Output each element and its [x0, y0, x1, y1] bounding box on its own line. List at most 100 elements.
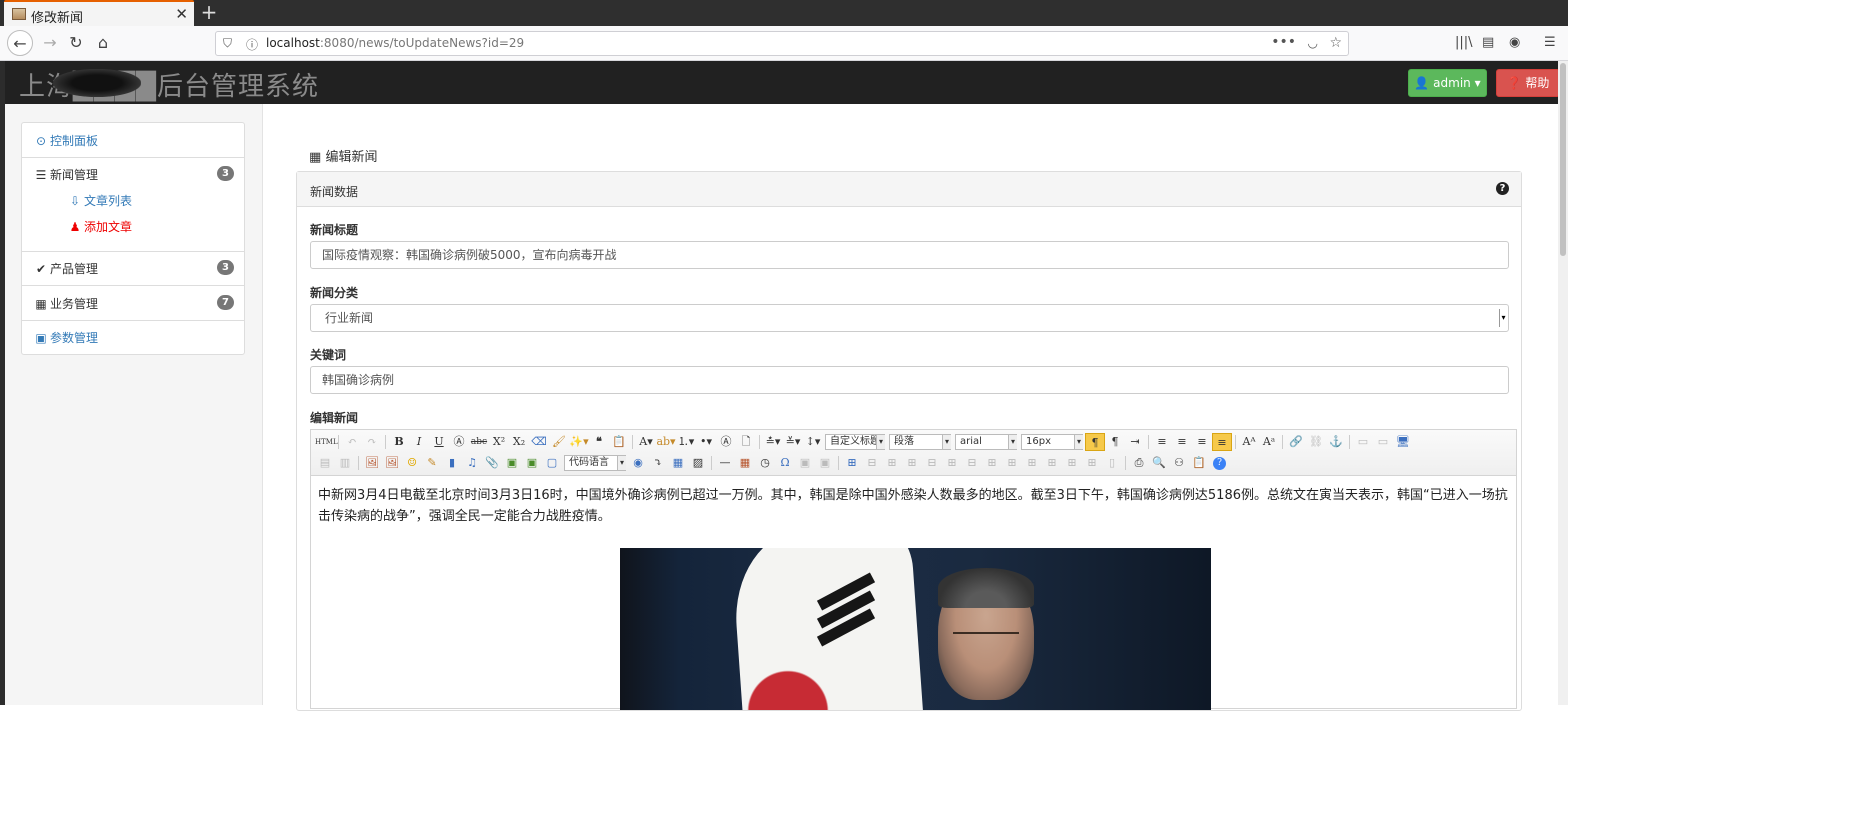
align-left-icon[interactable]: ≡ [1152, 433, 1172, 451]
link-icon[interactable]: 🔗 [1286, 433, 1306, 451]
align-justify-icon[interactable]: ≡ [1212, 433, 1232, 451]
eraser-icon[interactable]: ⌫ [529, 433, 549, 451]
align-center-icon[interactable]: ≡ [1172, 433, 1192, 451]
row-spacing-bottom-icon[interactable]: ≚▾ [783, 433, 803, 451]
html-source-icon[interactable]: HTML [315, 433, 338, 451]
highlight-color-icon[interactable]: ab▾ [656, 433, 676, 451]
uppercase-icon[interactable]: Aᴬ [1239, 433, 1259, 451]
wordimage-icon[interactable]: ▨ [688, 454, 708, 472]
preview-icon[interactable]: 🔍 [1149, 454, 1169, 472]
page-scrollbar[interactable] [1558, 61, 1568, 705]
auto-format-icon[interactable]: ✨▾ [569, 433, 589, 451]
align-right-icon[interactable]: ≡ [1192, 433, 1212, 451]
lowercase-icon[interactable]: Aᵃ [1259, 433, 1279, 451]
merge-down-icon[interactable]: ⊞ [1022, 454, 1042, 472]
template-icon[interactable]: ◉ [628, 454, 648, 472]
anchor-icon[interactable]: ⚓ [1326, 433, 1346, 451]
help-icon[interactable]: ? [1213, 456, 1226, 470]
scrollbar-thumb[interactable] [1560, 63, 1566, 256]
direction-ltr-icon[interactable]: ¶ [1085, 433, 1105, 451]
sidebar-toggle-icon[interactable]: ▤ [1482, 35, 1494, 50]
admin-dropdown-button[interactable]: 👤 admin ▾ [1408, 69, 1487, 97]
sidebar-item-business[interactable]: ▦ 业务管理 7 [34, 295, 234, 312]
reload-icon[interactable]: ↻ [63, 30, 89, 56]
help-button[interactable]: ❓ 帮助 [1496, 69, 1560, 97]
home-icon[interactable]: ⌂ [90, 30, 116, 56]
chart-icon[interactable]: ▯ [1102, 454, 1122, 472]
insert-paragraph-before-table-icon[interactable]: ⊞ [882, 454, 902, 472]
superscript-icon[interactable]: X² [489, 433, 509, 451]
split-to-cells-icon[interactable]: ⊞ [1042, 454, 1062, 472]
delete-col-icon[interactable]: ⊟ [962, 454, 982, 472]
image-right-icon[interactable]: ▤ [315, 454, 335, 472]
news-photo[interactable] [620, 548, 1211, 710]
map-icon[interactable]: ▣ [502, 454, 522, 472]
sidebar-item-news[interactable]: ☰ 新闻管理 3 [34, 166, 234, 183]
font-family-select[interactable]: arial [955, 434, 1017, 450]
question-circle-icon[interactable]: ? [1496, 182, 1509, 195]
unlink-icon[interactable]: ⛓ [1306, 433, 1326, 451]
paragraph-select[interactable]: 段落 [889, 434, 951, 450]
time-icon[interactable]: ◷ [755, 454, 775, 472]
image-float-icon[interactable]: ▥ [335, 454, 355, 472]
image-none-icon[interactable]: ▭ [1353, 433, 1373, 451]
special-chars-icon[interactable]: Ω [775, 454, 795, 472]
underline-icon[interactable]: U [429, 433, 449, 451]
insert-code-icon[interactable]: ▣ [815, 454, 835, 472]
drafts-icon[interactable]: 📋 [1189, 454, 1209, 472]
insert-image-icon[interactable]: 🖼 [382, 454, 402, 472]
image-left-icon[interactable]: ▭ [1373, 433, 1393, 451]
format-brush-icon[interactable]: 🖌 [549, 433, 569, 451]
image-center-icon[interactable]: 🖥 [1393, 433, 1413, 451]
sidebar-item-dashboard[interactable]: ⊙ 控制面板 [34, 132, 234, 149]
horizontal-rule-icon[interactable]: — [715, 454, 735, 472]
subscript-icon[interactable]: X₂ [509, 433, 529, 451]
split-to-rows-icon[interactable]: ⊞ [1062, 454, 1082, 472]
editor-content[interactable]: 中新网3月4日电截至北京时间3月3日16时，中国境外确诊病例已超过一万例。其中，… [318, 485, 1514, 527]
blockquote-icon[interactable]: ❝ [589, 433, 609, 451]
library-icon[interactable]: |||\ [1455, 35, 1473, 50]
category-select[interactable]: 行业新闻 ▾ [310, 304, 1509, 332]
url-text[interactable]: localhost:8080/news/toUpdateNews?id=29 [266, 36, 524, 50]
undo-icon[interactable]: ↶ [342, 433, 362, 451]
sidebar-item-product[interactable]: ✔ 产品管理 3 [34, 260, 234, 277]
indent-icon[interactable]: ⇥ [1125, 433, 1145, 451]
keywords-input[interactable]: 韩国确诊病例 [310, 366, 1509, 394]
snapscreen-icon[interactable]: ▣ [795, 454, 815, 472]
merge-cells-icon[interactable]: ⊞ [982, 454, 1002, 472]
gmap-icon[interactable]: ▣ [522, 454, 542, 472]
date-icon[interactable]: ▦ [735, 454, 755, 472]
paste-plain-icon[interactable]: 📋 [609, 433, 629, 451]
title-input[interactable]: 国际疫情观察：韩国确诊病例破5000，宣布向病毒开战 [310, 241, 1509, 269]
search-replace-icon[interactable]: ⚇ [1169, 454, 1189, 472]
unordered-list-icon[interactable]: •▾ [696, 433, 716, 451]
insert-row-icon[interactable]: ⊞ [902, 454, 922, 472]
new-tab-icon[interactable]: + [199, 1, 219, 23]
music-icon[interactable]: ♫ [462, 454, 482, 472]
italic-icon[interactable]: I [409, 433, 429, 451]
font-color-icon[interactable]: A▾ [636, 433, 656, 451]
merge-right-icon[interactable]: ⊞ [1002, 454, 1022, 472]
font-border-icon[interactable]: Ⓐ [449, 433, 469, 451]
redo-icon[interactable]: ↷ [362, 433, 382, 451]
insert-col-icon[interactable]: ⊞ [942, 454, 962, 472]
insert-video-icon[interactable]: ▮ [442, 454, 462, 472]
menu-icon[interactable]: ☰ [1544, 35, 1556, 50]
pagebreak-icon[interactable]: ⤵ [648, 454, 668, 472]
row-spacing-top-icon[interactable]: ≛▾ [763, 433, 783, 451]
rich-text-editor[interactable]: HTML ↶ ↷ B I U Ⓐ abc X² X₂ ⌫ 🖌 ✨▾ ❝ 📋 A▾… [310, 429, 1517, 710]
forward-icon[interactable]: → [37, 30, 63, 56]
emotion-icon[interactable]: ☺ [402, 454, 422, 472]
shield-icon[interactable]: ⛉ [223, 36, 232, 51]
page-actions-icon[interactable]: ••• [1271, 34, 1296, 50]
simple-upload-icon[interactable]: 🖼 [362, 454, 382, 472]
back-icon[interactable]: ← [7, 30, 33, 56]
sidebar-subitem-article-list[interactable]: ⇩ 文章列表 [68, 192, 228, 209]
bold-icon[interactable]: B [389, 433, 409, 451]
scrawl-icon[interactable]: ✎ [422, 454, 442, 472]
clear-doc-icon[interactable]: 🗋 [736, 433, 756, 451]
close-icon[interactable]: ✕ [175, 5, 188, 23]
font-size-select[interactable]: 16px [1021, 434, 1083, 450]
strikethrough-icon[interactable]: abc [469, 433, 489, 451]
insert-table-icon[interactable]: ⊞ [842, 454, 862, 472]
